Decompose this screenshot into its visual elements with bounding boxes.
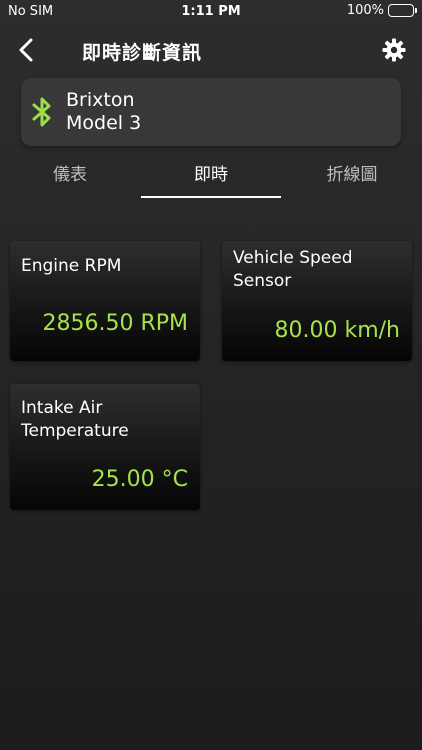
device-brand: Brixton — [66, 89, 135, 111]
page-title: 即時診斷資訊 — [82, 42, 203, 64]
sensor-card-intake-air-temp[interactable]: Intake Air Temperature 25.00 °C — [10, 384, 200, 510]
tab-line-chart[interactable]: 折線圖 — [282, 160, 422, 185]
status-bar: No SIM 1:11 PM 100% — [0, 0, 422, 24]
sensor-value: 80.00 km/h — [274, 318, 400, 343]
back-button[interactable] — [12, 36, 40, 64]
battery-indicator: 100% — [346, 3, 417, 18]
active-tab-indicator — [141, 196, 281, 198]
settings-button[interactable] — [380, 36, 408, 64]
battery-percent: 100% — [346, 3, 384, 18]
tab-gauge[interactable]: 儀表 — [0, 160, 140, 185]
device-card[interactable]: Brixton Model 3 — [21, 78, 401, 146]
battery-icon — [388, 4, 417, 17]
sensor-value: 2856.50 RPM — [42, 311, 188, 336]
sensor-label: Intake Air Temperature — [21, 398, 129, 441]
tab-bar: 儀表 即時 折線圖 — [0, 150, 422, 200]
device-model: Model 3 — [66, 112, 142, 134]
gear-icon — [382, 38, 406, 62]
sensor-card-vehicle-speed[interactable]: Vehicle Speed Sensor 80.00 km/h — [222, 241, 412, 361]
sensor-label: Engine RPM — [21, 256, 122, 276]
device-name: Brixton Model 3 — [66, 89, 141, 135]
sensor-card-engine-rpm[interactable]: Engine RPM 2856.50 RPM — [10, 241, 200, 361]
bluetooth-icon — [29, 95, 55, 129]
nav-bar: 即時診斷資訊 — [0, 30, 422, 70]
tab-realtime[interactable]: 即時 — [141, 160, 281, 185]
sensor-label: Vehicle Speed Sensor — [233, 248, 353, 291]
chevron-left-icon — [19, 38, 33, 62]
sensor-value: 25.00 °C — [91, 467, 188, 492]
